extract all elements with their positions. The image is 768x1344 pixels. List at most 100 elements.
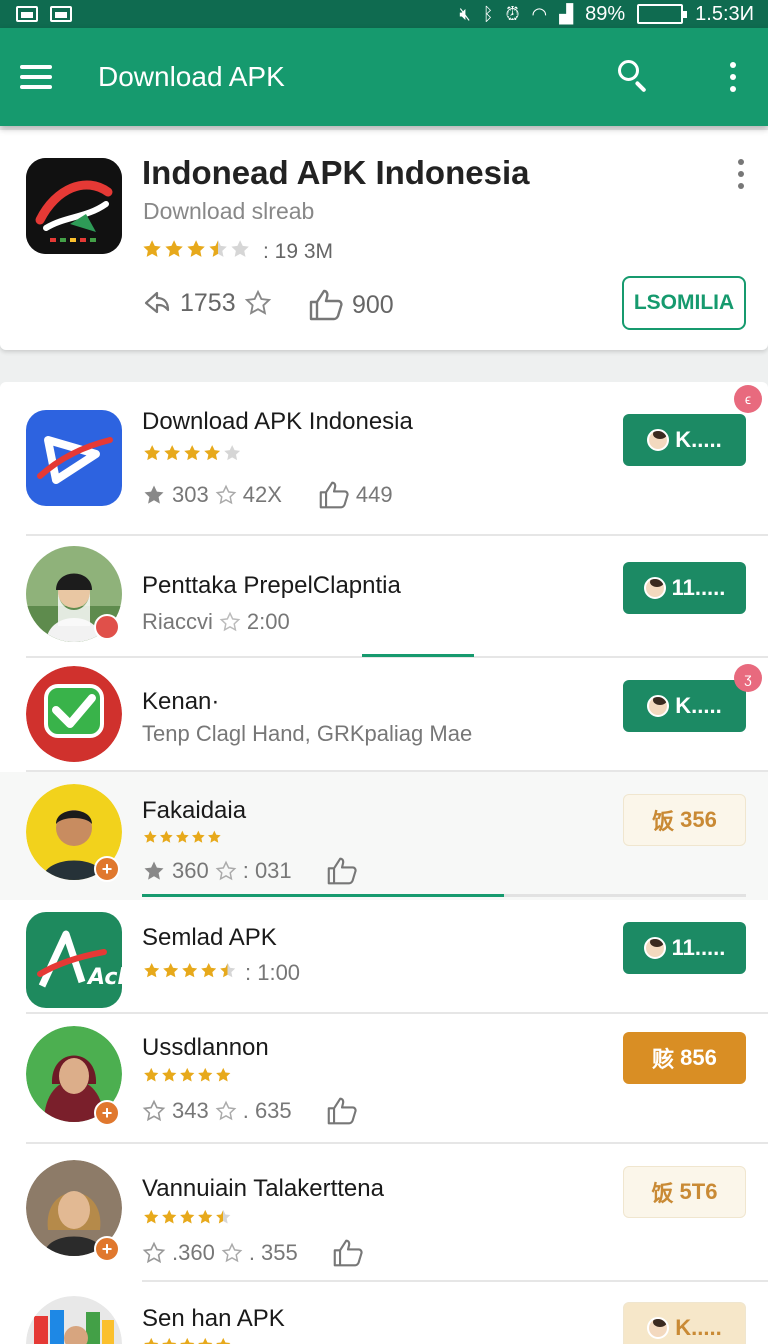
download-progress	[362, 654, 474, 657]
app-bar: Download APK	[0, 28, 768, 126]
download-button[interactable]: K.....	[623, 680, 746, 732]
price-button[interactable]: 赅 856	[623, 1032, 746, 1084]
star-icon	[144, 962, 160, 978]
app-duration: 2:00	[246, 609, 290, 634]
star-icon	[208, 830, 221, 843]
star-icon	[180, 1337, 195, 1344]
downloads-count: .360	[172, 1240, 215, 1265]
battery-percent: 89%	[585, 2, 626, 25]
star-icon	[162, 1209, 177, 1224]
avatar	[643, 937, 666, 959]
bluetooth-icon: ᛒ	[482, 4, 494, 24]
reviews-count: . 635	[242, 1098, 292, 1123]
star-outline-icon	[221, 1242, 243, 1264]
status-bar: 🔇︎ ᛒ ⏰︎ ◠ ▟ 89% 1.5:3И	[0, 0, 768, 28]
featured-app-icon[interactable]	[26, 158, 122, 254]
avatar	[643, 577, 666, 599]
menu-icon[interactable]	[20, 59, 56, 95]
star-icon	[204, 445, 221, 461]
app-icon[interactable]	[26, 666, 122, 762]
app-bar-title: Download APK	[98, 61, 285, 92]
star-icon	[198, 1209, 213, 1224]
app-title: Vannuiain Talakerttena	[142, 1175, 384, 1202]
downloads-count: 303	[172, 482, 209, 507]
star-icon	[184, 445, 201, 461]
price-button[interactable]: 饭 356	[623, 794, 746, 846]
app-icon[interactable]: Acb	[26, 912, 122, 1008]
star-icon	[231, 240, 249, 257]
star-outline-icon	[215, 484, 237, 506]
price-button-label: 5T6	[679, 1179, 718, 1204]
star-icon	[180, 1209, 195, 1224]
thumbs-up-icon	[326, 856, 358, 886]
rating-stars-graphic	[144, 1067, 231, 1082]
avatar	[647, 695, 670, 717]
star-outline-icon	[244, 289, 272, 317]
download-button-label: K.....	[675, 1315, 722, 1340]
download-button[interactable]: K.....	[623, 414, 746, 466]
rating-stars	[142, 1066, 234, 1089]
featured-app-likes-count: 900	[352, 290, 394, 319]
star-outline-icon	[215, 860, 237, 882]
search-icon[interactable]	[612, 55, 656, 99]
star-icon	[144, 1337, 159, 1344]
app-category: Riaccvi	[142, 609, 213, 634]
app-title: Kenan·	[142, 688, 220, 715]
star-icon	[216, 1209, 231, 1224]
star-icon	[216, 1337, 231, 1344]
rating-stars	[142, 1336, 234, 1344]
app-icon[interactable]	[26, 410, 122, 506]
star-icon	[164, 445, 181, 461]
add-icon[interactable]: +	[94, 1236, 120, 1262]
rating-stars-graphic	[143, 240, 249, 257]
app-tagline: Tenp Clagl Hand, GRKpaliag Mae	[142, 721, 473, 746]
app-title: Sen han APK	[142, 1305, 285, 1332]
more-options-icon[interactable]	[718, 55, 748, 99]
download-button[interactable]: 11.....	[623, 922, 746, 974]
app-title: Download APK Indonesia	[142, 408, 413, 435]
download-button[interactable]: K.....	[623, 1302, 746, 1344]
download-button-label: K.....	[675, 427, 722, 452]
star-icon	[198, 1067, 213, 1082]
star-icon	[198, 1337, 213, 1344]
star-icon	[209, 240, 227, 257]
download-progress	[142, 894, 746, 897]
star-icon	[144, 830, 157, 843]
add-icon[interactable]: +	[94, 1100, 120, 1126]
star-icon	[143, 240, 161, 257]
star-icon	[182, 962, 198, 978]
thumbs-up-icon	[332, 1238, 364, 1268]
rating-stars-graphic	[144, 445, 241, 461]
gallery-icon	[16, 6, 38, 22]
star-icon	[192, 830, 205, 843]
star-outline-icon	[219, 611, 241, 633]
featured-app-more-icon[interactable]	[726, 152, 756, 196]
price-button-label: 356	[680, 807, 717, 832]
app-title: Semlad APK	[142, 924, 277, 951]
clock: 1.5:3И	[695, 2, 754, 25]
mute-icon: 🔇︎	[459, 4, 471, 24]
rating-stars-graphic	[144, 830, 221, 843]
download-button-label: K.....	[675, 693, 722, 718]
thumbs-up-icon	[326, 1096, 358, 1126]
add-icon[interactable]: +	[94, 856, 120, 882]
alarm-icon: ⏰︎	[505, 4, 520, 24]
reviews-count: . 355	[248, 1240, 298, 1265]
downloads-count: 343	[172, 1098, 209, 1123]
price-button[interactable]: 饭 5T6	[623, 1166, 746, 1218]
rating-stars	[142, 960, 239, 986]
featured-app-rating: : 19 3M	[141, 238, 333, 266]
svg-text:Acb: Acb	[86, 965, 122, 990]
price-glyph: 赅	[652, 1047, 675, 1072]
download-button[interactable]: 11.....	[623, 562, 746, 614]
rating-stars-graphic	[144, 1209, 231, 1224]
app-duration: : 1:00	[245, 960, 301, 985]
likes-count: 449	[355, 482, 393, 507]
star-outline-icon	[215, 1100, 237, 1122]
rating-stars	[142, 1208, 234, 1231]
star-icon	[162, 1337, 177, 1344]
featured-app-action-button[interactable]: LSOMILIA	[622, 276, 746, 330]
rating-stars-graphic	[144, 962, 236, 978]
app-stats: 303 42X 449	[142, 480, 393, 510]
star-icon	[144, 445, 161, 461]
